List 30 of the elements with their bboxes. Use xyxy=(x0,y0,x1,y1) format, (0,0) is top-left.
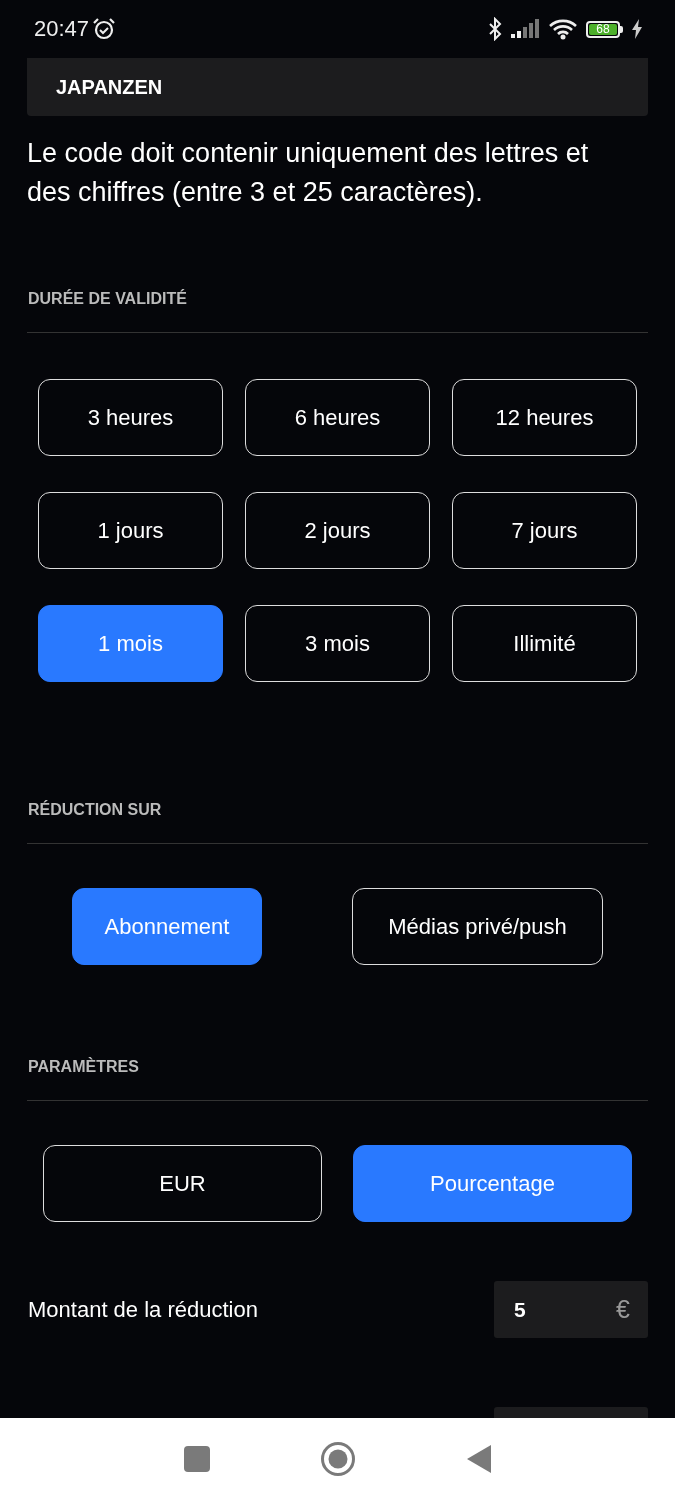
option-button[interactable]: 3 heures xyxy=(38,379,223,456)
section-title: RÉDUCTION SUR xyxy=(28,800,163,820)
section-title: DURÉE DE VALIDITÉ xyxy=(28,289,188,309)
home-icon[interactable] xyxy=(319,1441,356,1477)
option-button[interactable]: 3 mois xyxy=(245,605,430,682)
alarm-icon xyxy=(92,17,117,41)
bluetooth-icon xyxy=(488,17,502,41)
battery-icon: 68 xyxy=(586,20,623,38)
option-button[interactable]: Pourcentage xyxy=(353,1145,632,1222)
field-label: Montant de la réduction xyxy=(28,1296,258,1323)
back-icon[interactable] xyxy=(465,1444,492,1474)
option-button[interactable]: 2 jours xyxy=(245,492,430,569)
option-button[interactable]: 1 mois xyxy=(38,605,223,682)
code-field[interactable]: JAPANZEN xyxy=(27,58,648,116)
option-button[interactable]: EUR xyxy=(43,1145,322,1222)
signal-icon xyxy=(510,19,540,39)
option-button[interactable]: Abonnement xyxy=(72,888,262,965)
clock-time: 20:47 xyxy=(34,16,90,42)
amount-field[interactable]: 5 € xyxy=(494,1281,648,1338)
option-button[interactable]: 7 jours xyxy=(452,492,637,569)
option-button[interactable]: 1 jours xyxy=(38,492,223,569)
wifi-icon xyxy=(548,18,578,40)
option-button[interactable]: Illimité xyxy=(452,605,637,682)
charging-icon xyxy=(631,19,643,39)
section-title: PARAMÈTRES xyxy=(28,1057,140,1077)
option-button[interactable]: Médias privé/push xyxy=(352,888,603,965)
square-icon[interactable] xyxy=(183,1446,210,1472)
hint-text: Le code doit contenir uniquement des lettres et des chiffres (entre 3 et 25 caractères). xyxy=(27,137,590,209)
option-button[interactable]: 12 heures xyxy=(452,379,637,456)
option-button[interactable]: 6 heures xyxy=(245,379,430,456)
